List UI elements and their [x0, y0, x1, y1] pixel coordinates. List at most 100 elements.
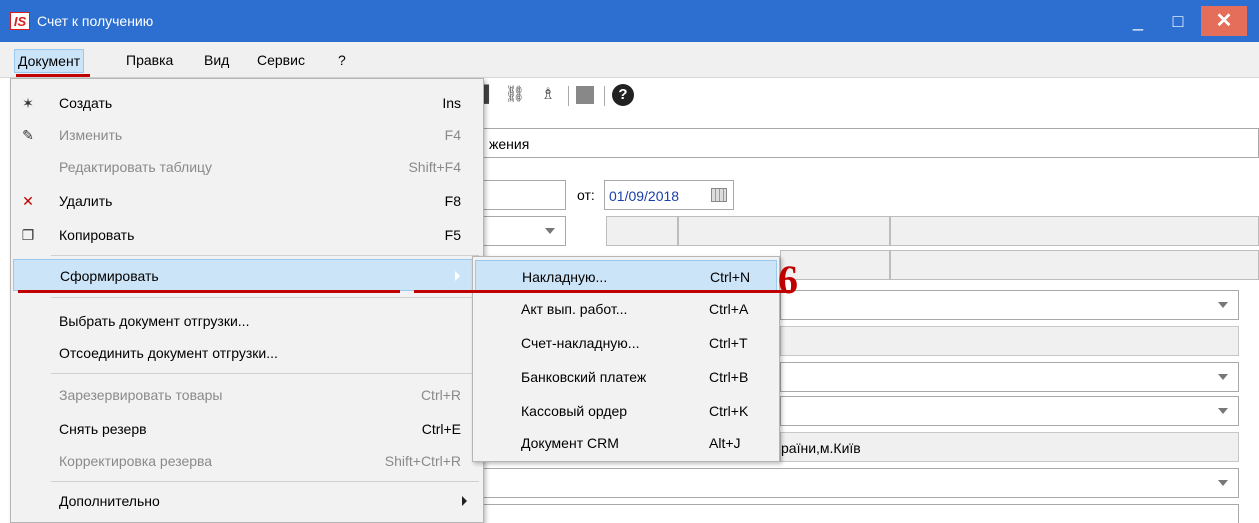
info-cell [890, 250, 1259, 280]
address-value: раїни,м.Київ [781, 440, 861, 456]
menu-item-shortcut: Ctrl+R [420, 387, 461, 403]
menu-help[interactable]: ? [334, 51, 350, 69]
new-doc-icon: ✶ [22, 95, 34, 111]
annotation-underline-invoice [414, 290, 790, 293]
submenu-item-work-act[interactable]: Акт вып. работ... Ctrl+A [475, 293, 777, 325]
submenu-item-invoice[interactable]: Накладную... Ctrl+N [475, 260, 777, 292]
menu-item-shortcut: Alt+J [709, 435, 741, 451]
name-field-value: жения [489, 136, 530, 152]
chevron-down-icon[interactable] [545, 228, 555, 234]
menu-item-shortcut: Ctrl+T [709, 335, 748, 351]
info-cell [890, 216, 1259, 246]
menu-item-label: Копировать [59, 227, 135, 243]
menu-item-generate[interactable]: Сформировать [13, 259, 473, 291]
select-field-6[interactable] [482, 504, 1239, 523]
calendar-icon[interactable] [711, 188, 727, 202]
menu-item-label: Редактировать таблицу [59, 159, 213, 175]
menu-item-shortcut: F8 [444, 193, 461, 209]
menu-item-adjust-reserve[interactable]: Корректировка резерва Shift+Ctrl+R [11, 445, 483, 477]
menu-item-label: Удалить [59, 193, 113, 209]
menu-edit[interactable]: Правка [122, 51, 177, 69]
menu-item-label: Корректировка резерва [59, 453, 213, 469]
date-field[interactable]: 01/09/2018 [604, 180, 734, 210]
submenu-item-cash-order[interactable]: Кассовый ордер Ctrl+K [475, 395, 777, 427]
close-button[interactable]: ✕ [1201, 6, 1247, 36]
annotation-underline-generate [18, 290, 400, 293]
menu-separator [51, 297, 479, 298]
toolbar-link-icon[interactable]: ⛓ [504, 84, 526, 106]
submenu-item-invoice-waybill[interactable]: Счет-накладную... Ctrl+T [475, 327, 777, 359]
document-menu: ✶ Создать Ins ✎ Изменить F4 Редактироват… [10, 78, 484, 523]
date-value: 01/09/2018 [609, 188, 680, 204]
menu-item-create[interactable]: ✶ Создать Ins [11, 87, 483, 119]
select-field-2[interactable] [780, 290, 1239, 320]
select-field-5[interactable] [482, 468, 1239, 498]
chevron-right-icon [462, 496, 467, 506]
menu-item-additional[interactable]: Дополнительно [11, 485, 483, 517]
address-field: раїни,м.Київ [780, 432, 1239, 462]
delete-doc-icon: ✕ [22, 193, 34, 209]
number-field[interactable] [482, 180, 566, 210]
menu-separator [51, 481, 479, 482]
menu-item-label: Изменить [59, 127, 123, 143]
menu-item-reserve[interactable]: Зарезервировать товары Ctrl+R [11, 379, 483, 411]
info-cell [678, 216, 890, 246]
minimize-button[interactable]: _ [1118, 6, 1158, 36]
toolbar-gray-square-icon[interactable] [576, 86, 594, 104]
menu-item-label: Акт вып. работ... [521, 301, 628, 317]
menu-item-shortcut: Ctrl+N [710, 269, 751, 285]
menu-item-copy[interactable]: ❐ Копировать F5 [11, 219, 483, 251]
generate-submenu: Накладную... Ctrl+N Акт вып. работ... Ct… [472, 256, 780, 462]
menu-item-shortcut: Shift+Ctrl+R [384, 453, 461, 469]
app-logo-icon: IS [10, 12, 30, 30]
menu-item-label: Документ CRM [521, 435, 619, 451]
menu-service[interactable]: Сервис [253, 51, 309, 69]
chevron-down-icon[interactable] [1218, 374, 1228, 380]
menu-item-label: Сформировать [60, 268, 159, 284]
menu-item-edit[interactable]: ✎ Изменить F4 [11, 119, 483, 151]
menu-item-shortcut: F4 [444, 127, 461, 143]
select-field-3[interactable] [780, 362, 1239, 392]
menu-item-label: Счет-накладную... [521, 335, 640, 351]
toolbar-tree-icon[interactable]: ♗ [537, 84, 559, 106]
edit-doc-icon: ✎ [22, 127, 34, 143]
menu-item-label: Накладную... [522, 269, 608, 285]
menu-item-delete[interactable]: ✕ Удалить F8 [11, 185, 483, 217]
menu-item-shortcut: Shift+F4 [408, 159, 461, 175]
menu-item-detach-shipment[interactable]: Отсоединить документ отгрузки... [11, 337, 483, 369]
menu-item-label: Отсоединить документ отгрузки... [59, 345, 278, 361]
menu-item-shortcut: Ctrl+B [709, 369, 749, 385]
select-field-1[interactable] [482, 216, 566, 246]
readonly-field [780, 326, 1239, 356]
menu-item-unreserve[interactable]: Снять резерв Ctrl+E [11, 413, 483, 445]
menu-document[interactable]: Документ [14, 49, 85, 73]
title-bar: IS Счет к получению _ □ ✕ [0, 0, 1259, 42]
menu-view[interactable]: Вид [200, 51, 233, 69]
menu-item-label: Дополнительно [59, 493, 160, 509]
name-field[interactable]: жения [482, 128, 1259, 158]
date-label: от: [577, 187, 595, 203]
menu-item-select-shipment[interactable]: Выбрать документ отгрузки... [11, 305, 483, 337]
menu-item-label: Кассовый ордер [521, 403, 628, 419]
menu-item-label: Выбрать документ отгрузки... [59, 313, 250, 329]
info-cell [606, 216, 678, 246]
menu-item-shortcut: Ctrl+E [421, 421, 461, 437]
menu-separator [51, 255, 479, 256]
menu-item-edit-table[interactable]: Редактировать таблицу Shift+F4 [11, 151, 483, 183]
menu-item-label: Банковский платеж [521, 369, 647, 385]
select-field-4[interactable] [780, 396, 1239, 426]
copy-icon: ❐ [21, 227, 35, 243]
menu-item-label: Снять резерв [59, 421, 147, 437]
menu-separator [51, 373, 479, 374]
menu-item-shortcut: F5 [444, 227, 461, 243]
annotation-step-number: 6 [778, 257, 798, 302]
chevron-down-icon[interactable] [1218, 408, 1228, 414]
chevron-down-icon[interactable] [1218, 302, 1228, 308]
menu-item-label: Создать [59, 95, 113, 111]
help-icon[interactable]: ? [612, 84, 634, 106]
menu-item-shortcut: Ins [442, 95, 461, 111]
chevron-down-icon[interactable] [1218, 480, 1228, 486]
maximize-button[interactable]: □ [1158, 6, 1198, 36]
submenu-item-crm-document[interactable]: Документ CRM Alt+J [475, 427, 777, 459]
submenu-item-bank-payment[interactable]: Банковский платеж Ctrl+B [475, 361, 777, 393]
